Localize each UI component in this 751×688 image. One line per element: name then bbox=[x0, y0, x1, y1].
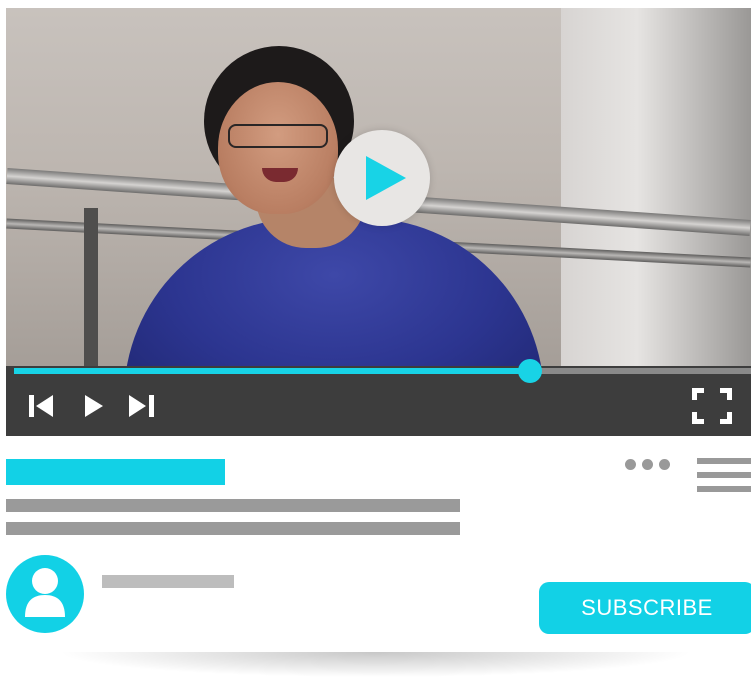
hamburger-menu-icon bbox=[697, 472, 751, 478]
video-frame[interactable] bbox=[6, 8, 751, 366]
subscribe-button[interactable]: SUBSCRIBE bbox=[539, 582, 751, 634]
channel-name-placeholder bbox=[102, 575, 234, 588]
presenter-image bbox=[228, 124, 328, 148]
more-horizontal-icon bbox=[659, 459, 670, 470]
previous-button[interactable] bbox=[26, 390, 58, 422]
progress-handle[interactable] bbox=[517, 359, 542, 383]
more-horizontal-icon bbox=[642, 459, 653, 470]
skip-previous-icon bbox=[29, 395, 53, 417]
hamburger-menu-button[interactable] bbox=[697, 458, 751, 492]
description-line-placeholder bbox=[6, 522, 460, 535]
hamburger-menu-icon bbox=[697, 458, 751, 464]
next-button[interactable] bbox=[126, 390, 158, 422]
video-title-placeholder bbox=[6, 459, 225, 485]
card-shadow bbox=[0, 652, 751, 688]
hamburger-menu-icon bbox=[697, 486, 751, 492]
more-horizontal-icon bbox=[625, 459, 636, 470]
presenter-image bbox=[218, 82, 338, 214]
play-icon bbox=[85, 395, 103, 417]
video-background bbox=[561, 8, 751, 366]
description-line-placeholder bbox=[6, 499, 460, 512]
skip-next-icon bbox=[129, 395, 154, 417]
progress-fill bbox=[14, 368, 530, 374]
more-options-button[interactable] bbox=[625, 459, 677, 471]
video-card: SUBSCRIBE bbox=[6, 8, 751, 660]
play-icon bbox=[366, 156, 406, 200]
play-button[interactable] bbox=[78, 390, 110, 422]
progress-bar[interactable] bbox=[14, 359, 751, 383]
fullscreen-icon bbox=[692, 388, 732, 424]
player-controls bbox=[6, 359, 751, 436]
video-background bbox=[84, 208, 98, 366]
user-icon bbox=[25, 568, 65, 617]
channel-avatar[interactable] bbox=[6, 555, 84, 633]
fullscreen-button[interactable] bbox=[692, 386, 732, 426]
big-play-button[interactable] bbox=[334, 130, 430, 226]
